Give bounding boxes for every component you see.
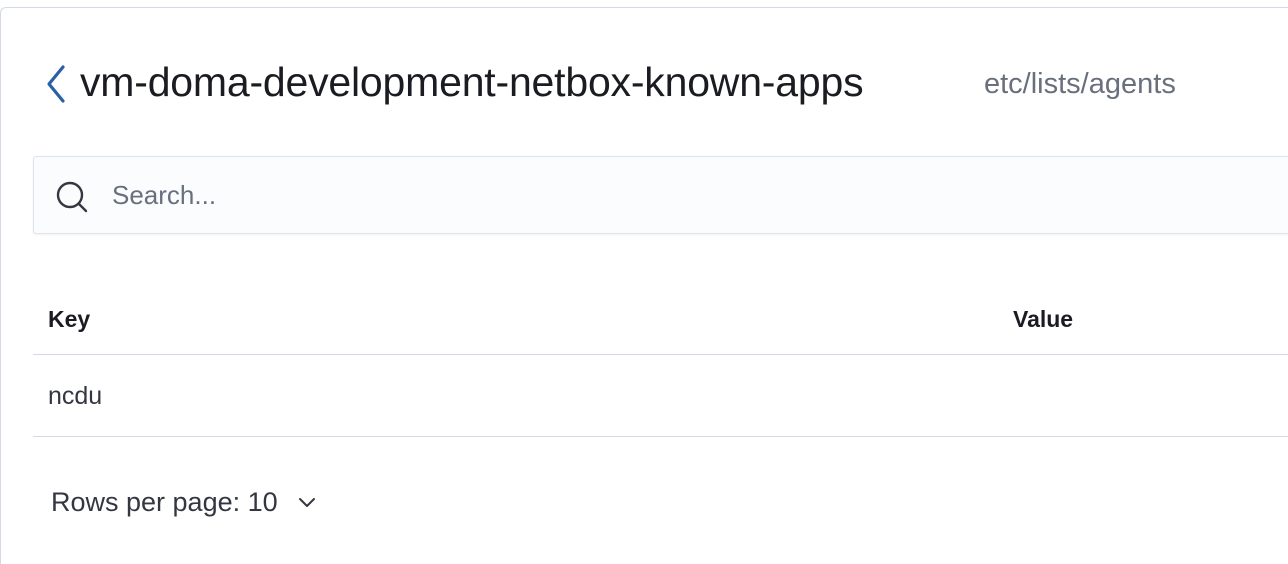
rows-per-page-label: Rows per page: 10 xyxy=(51,486,278,517)
search-icon xyxy=(56,181,88,213)
search-bar[interactable] xyxy=(33,156,1288,234)
key-value-table: Key Value ncdu xyxy=(33,284,1288,437)
table-header: Key Value xyxy=(33,284,1288,355)
search-input[interactable] xyxy=(112,173,1212,217)
page: vm-doma-development-netbox-known-apps et… xyxy=(0,0,1288,564)
column-header-value[interactable]: Value xyxy=(1013,304,1073,334)
table-row[interactable]: ncdu xyxy=(33,355,1288,437)
rows-per-page-button[interactable]: Rows per page: 10 xyxy=(51,484,318,520)
row-key-cell: ncdu xyxy=(48,382,103,410)
list-path: etc/lists/agents xyxy=(984,68,1176,100)
page-title: vm-doma-development-netbox-known-apps xyxy=(80,59,864,105)
column-header-key[interactable]: Key xyxy=(48,304,90,334)
back-button[interactable] xyxy=(40,60,72,108)
chevron-left-icon xyxy=(47,65,65,103)
chevron-down-icon xyxy=(298,498,315,507)
